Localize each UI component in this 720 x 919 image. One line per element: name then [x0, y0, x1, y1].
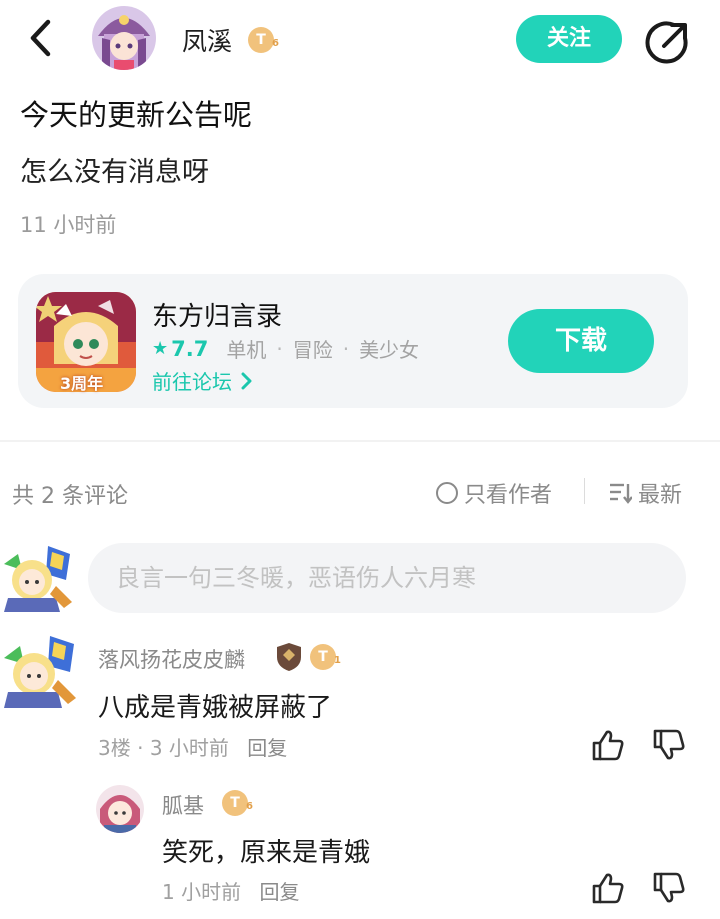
comment-count: 共 2 条评论	[12, 484, 128, 509]
sort-icon	[610, 483, 632, 504]
chevron-right-icon	[241, 372, 252, 389]
level-number: 6	[246, 801, 253, 812]
download-button[interactable]: 下载	[508, 309, 654, 373]
comment-text: 八成是青娥被屏蔽了	[98, 693, 333, 723]
level-badge: T 1	[310, 644, 341, 670]
share-icon	[645, 21, 688, 64]
separator-dot: ·	[276, 336, 283, 361]
username[interactable]: 凤溪	[182, 22, 232, 58]
back-button[interactable]	[22, 18, 58, 58]
comment-floor: 3楼	[98, 736, 131, 760]
level-letter: T	[318, 649, 328, 665]
game-tag: 美少女	[359, 338, 420, 362]
reply-text: 笑死，原来是青娥	[162, 838, 371, 868]
header: 凤溪 T 6 关注	[0, 0, 720, 80]
post-title: 今天的更新公告呢	[20, 98, 253, 132]
forum-link-label: 前往论坛	[152, 370, 232, 394]
reply-avatar[interactable]	[96, 785, 144, 833]
thumbs-down-icon	[653, 729, 685, 760]
game-rating: ★ 7.7	[152, 337, 208, 361]
star-icon: ★	[152, 338, 169, 359]
only-author-toggle[interactable]: 只看作者	[436, 477, 552, 509]
commenter-name[interactable]: 落风扬花皮皮麟	[98, 644, 245, 674]
game-tag: 单机	[226, 338, 267, 362]
dislike-button[interactable]	[652, 728, 686, 762]
avatar[interactable]	[92, 6, 156, 70]
forum-link[interactable]: 前往论坛	[152, 366, 254, 395]
commenter-avatar[interactable]	[0, 632, 80, 712]
thumbs-up-icon	[592, 730, 624, 761]
separator-dot: ·	[137, 736, 150, 760]
comment-time: 3 小时前	[149, 736, 229, 760]
game-name[interactable]: 东方归言录	[152, 296, 282, 333]
only-author-label: 只看作者	[464, 483, 553, 508]
thumbs-down-icon	[653, 872, 685, 903]
share-button[interactable]	[644, 20, 690, 66]
level-badge: T 6	[222, 790, 253, 816]
game-icon-banner: 3周年	[60, 374, 104, 393]
reply-meta: 1 小时前 回复	[162, 876, 299, 905]
comment-input[interactable]	[88, 543, 686, 613]
my-avatar	[0, 540, 76, 616]
thumbs-up-icon	[592, 873, 624, 904]
comment-meta: 3楼 · 3 小时前 回复	[98, 732, 287, 761]
level-badge: T 6	[248, 27, 279, 53]
like-button[interactable]	[591, 728, 625, 762]
level-number: 1	[334, 655, 341, 666]
section-divider	[0, 440, 720, 442]
reply-button[interactable]: 回复	[259, 880, 299, 904]
game-tag: 冒险	[292, 338, 333, 362]
follow-button[interactable]: 关注	[516, 15, 622, 63]
level-number: 6	[272, 38, 279, 49]
dislike-button[interactable]	[652, 871, 686, 905]
reply-time: 1 小时前	[162, 880, 242, 904]
level-letter: T	[256, 32, 266, 48]
game-meta: ★ 7.7 单机 · 冒险 · 美少女	[152, 334, 419, 363]
post-body: 怎么没有消息呀	[20, 157, 209, 188]
like-button[interactable]	[591, 871, 625, 905]
chevron-left-icon	[30, 19, 51, 57]
reply-button[interactable]: 回复	[247, 736, 287, 760]
rating-value: 7.7	[171, 336, 209, 361]
radio-icon	[436, 482, 458, 504]
shield-icon	[277, 643, 301, 671]
post-time: 11 小时前	[20, 213, 117, 237]
level-letter: T	[230, 795, 240, 811]
sort-label: 最新	[638, 483, 683, 508]
separator-dot: ·	[342, 336, 350, 361]
reply-author-name[interactable]: 胍基	[162, 790, 204, 820]
game-card[interactable]: 3周年 东方归言录 ★ 7.7 单机 · 冒险 · 美少女 前往论坛 下载	[18, 274, 688, 408]
sort-button[interactable]: 最新	[608, 477, 682, 509]
sort-divider	[584, 478, 585, 504]
